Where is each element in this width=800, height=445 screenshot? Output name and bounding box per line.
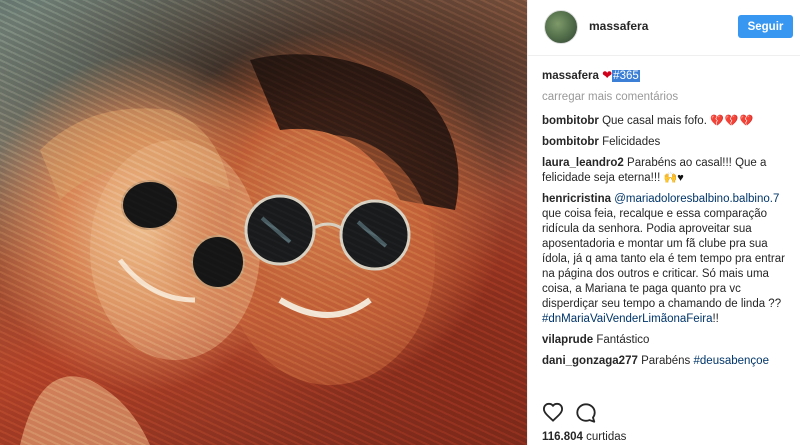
comment-item: bombitobr Que casal mais fofo. 💔💔💔 — [542, 114, 794, 129]
follow-button[interactable]: Seguir — [738, 15, 793, 38]
comment-item: laura_leandro2 Parabéns ao casal!!! Que … — [542, 156, 794, 186]
comment-hashtag[interactable]: #deusabençoe — [694, 355, 769, 367]
broken-heart-emoji: 💔💔💔 — [710, 115, 755, 127]
comment-username[interactable]: dani_gonzaga277 — [542, 355, 638, 367]
comment-item: vilaprude Fantástico — [542, 333, 794, 348]
red-heart-emoji: ❤ — [602, 68, 613, 82]
comment-text: Parabéns — [641, 355, 691, 367]
raised-hands-emoji: 🙌 — [663, 172, 678, 184]
likes-label: curtidas — [586, 431, 627, 443]
comment-text: Fantástico — [596, 334, 650, 346]
comment-icon[interactable] — [575, 402, 597, 424]
comment-item: bombitobr Felicidades — [542, 135, 794, 150]
comments-list: massafera ❤#365 carregar mais comentário… — [542, 68, 794, 375]
header-username[interactable]: massafera — [589, 19, 648, 33]
comment-mention[interactable]: @mariadoloresbalbino.balbino.7 — [614, 193, 779, 205]
comment-hashtag[interactable]: #dnMariaVaiVenderLimãonaFeira — [542, 313, 712, 325]
comment-username[interactable]: henricristina — [542, 193, 611, 205]
comment-text: Felicidades — [602, 136, 661, 148]
comment-item: henricristina @mariadoloresbalbino.balbi… — [542, 192, 794, 327]
load-more-comments-link[interactable]: carregar mais comentários — [542, 90, 794, 105]
post-header: massafera Seguir — [528, 0, 800, 56]
avatar[interactable] — [544, 10, 578, 44]
caption-hashtag[interactable]: #365 — [612, 70, 640, 82]
heart-icon[interactable] — [542, 402, 564, 422]
comment-text: Que casal mais fofo. — [602, 115, 707, 127]
comment-username[interactable]: vilaprude — [542, 334, 593, 346]
comment-username[interactable]: laura_leandro2 — [542, 157, 624, 169]
comment-username[interactable]: bombitobr — [542, 136, 599, 148]
black-heart-emoji: ♥ — [677, 172, 684, 184]
comment-text: que coisa feia, recalque e essa comparaç… — [542, 208, 785, 310]
caption: massafera ❤#365 — [542, 68, 794, 84]
likes-count[interactable]: 116.804 curtidas — [542, 431, 626, 443]
comment-item: dani_gonzaga277 Parabéns #deusabençoe — [542, 354, 794, 369]
comment-username[interactable]: bombitobr — [542, 115, 599, 127]
post-photo[interactable] — [0, 0, 527, 445]
caption-username[interactable]: massafera — [542, 70, 599, 82]
comment-suffix: !! — [712, 313, 719, 325]
photo-texture — [0, 0, 527, 445]
likes-number: 116.804 — [542, 431, 583, 443]
post-side-panel: massafera Seguir massafera ❤#365 carrega… — [527, 0, 800, 445]
